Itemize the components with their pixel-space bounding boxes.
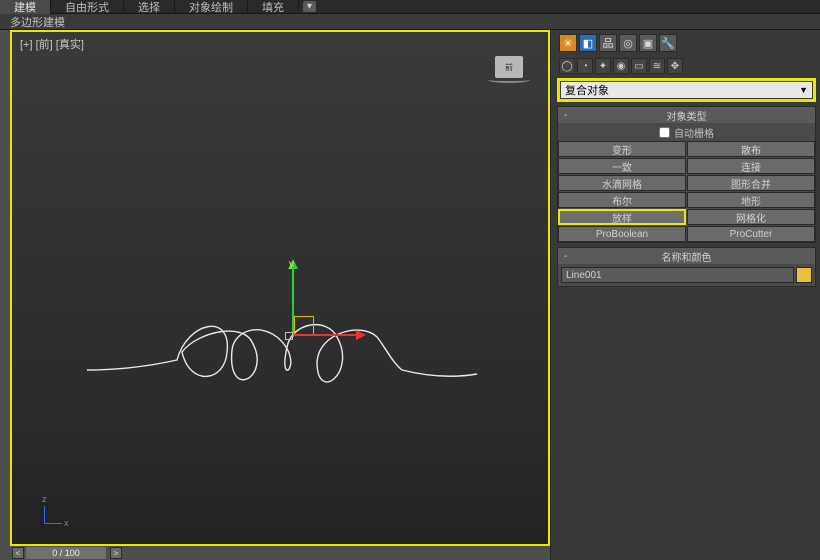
boolean-button[interactable]: 布尔 — [558, 192, 686, 208]
systems-category-icon[interactable]: ✥ — [667, 58, 683, 74]
auto-grid-checkbox[interactable] — [659, 127, 670, 138]
tripod-label-x: x — [64, 518, 69, 528]
proboolean-button[interactable]: ProBoolean — [558, 226, 686, 242]
shapemerge-button[interactable]: 图形合并 — [687, 175, 815, 191]
rollout-object-type-header[interactable]: 对象类型 — [558, 107, 815, 123]
display-tab-icon[interactable]: ▣ — [639, 34, 657, 52]
category-dropdown[interactable]: 复合对象 ▼ — [561, 82, 812, 98]
command-panel: ✳ ◧ 品 ◎ ▣ 🔧 ◯ ◔ ✦ ◉ ▭ ≋ ✥ 复合对象 ▼ 对象类型 — [550, 30, 820, 560]
blobmesh-button[interactable]: 水滴网格 — [558, 175, 686, 191]
subtab-poly-modeling[interactable]: 多边形建模 — [0, 13, 75, 31]
hierarchy-tab-icon[interactable]: 品 — [599, 34, 617, 52]
viewcube-ring[interactable] — [488, 77, 530, 83]
tab-freeform[interactable]: 自由形式 — [51, 0, 124, 14]
ribbon-subtabs: 多边形建模 — [0, 14, 820, 30]
mesher-button[interactable]: 网格化 — [687, 209, 815, 225]
create-tab-icon[interactable]: ✳ — [559, 34, 577, 52]
scatter-button[interactable]: 散布 — [687, 141, 815, 157]
tab-populate[interactable]: 填充 — [248, 0, 299, 14]
geometry-category-icon[interactable]: ◯ — [559, 58, 575, 74]
rollout-name-color-header[interactable]: 名称和颜色 — [558, 248, 815, 264]
spline-love[interactable] — [82, 292, 492, 402]
timeline-frame-display[interactable]: 0 / 100 — [26, 547, 106, 559]
gizmo-xy-plane[interactable] — [294, 316, 314, 336]
rollout-name-color: 名称和颜色 Line001 — [557, 247, 816, 287]
morph-button[interactable]: 变形 — [558, 141, 686, 157]
object-name-input[interactable]: Line001 — [561, 267, 794, 283]
timeline-next-button[interactable]: > — [110, 547, 122, 559]
viewport-front[interactable]: [+] [前] [真实] 前 y z x — [10, 30, 550, 546]
create-category-row: ◯ ◔ ✦ ◉ ▭ ≋ ✥ — [557, 56, 816, 76]
axis-tripod: z x — [38, 500, 68, 530]
terrain-button[interactable]: 地形 — [687, 192, 815, 208]
modify-tab-icon[interactable]: ◧ — [579, 34, 597, 52]
viewcube[interactable]: 前 — [488, 56, 530, 82]
utilities-tab-icon[interactable]: 🔧 — [659, 34, 677, 52]
ribbon-dropdown-icon[interactable]: ▾ — [303, 1, 316, 12]
tab-selection[interactable]: 选择 — [124, 0, 175, 14]
shapes-category-icon[interactable]: ◔ — [577, 58, 593, 74]
connect-button[interactable]: 连接 — [687, 158, 815, 174]
procutter-button[interactable]: ProCutter — [687, 226, 815, 242]
gizmo-center-handle[interactable] — [285, 332, 293, 340]
conform-button[interactable]: 一致 — [558, 158, 686, 174]
timeline-prev-button[interactable]: < — [12, 547, 24, 559]
viewcube-face[interactable]: 前 — [495, 56, 523, 78]
workspace: [+] [前] [真实] 前 y z x < 0 / 100 > — [0, 30, 820, 560]
category-dropdown-value: 复合对象 — [565, 82, 609, 98]
spacewarps-category-icon[interactable]: ≋ — [649, 58, 665, 74]
ribbon-tabs: 建模 自由形式 选择 对象绘制 填充 ▾ — [0, 0, 820, 14]
lights-category-icon[interactable]: ✦ — [595, 58, 611, 74]
gizmo-y-label: y — [289, 259, 294, 270]
tripod-z — [44, 506, 45, 524]
timeline: < 0 / 100 > — [10, 546, 550, 560]
rollout-object-type: 对象类型 自动栅格 变形 散布 一致 连接 水滴网格 图形合并 布尔 地形 放样… — [557, 106, 816, 243]
cameras-category-icon[interactable]: ◉ — [613, 58, 629, 74]
category-dropdown-highlight: 复合对象 ▼ — [557, 78, 816, 102]
tab-modeling[interactable]: 建模 — [0, 0, 51, 14]
viewport-label[interactable]: [+] [前] [真实] — [20, 36, 84, 52]
loft-button[interactable]: 放样 — [558, 209, 686, 225]
helpers-category-icon[interactable]: ▭ — [631, 58, 647, 74]
viewport-container: [+] [前] [真实] 前 y z x < 0 / 100 > — [0, 30, 550, 560]
object-type-buttons: 变形 散布 一致 连接 水滴网格 图形合并 布尔 地形 放样 网格化 ProBo… — [558, 141, 815, 242]
command-panel-tabs: ✳ ◧ 品 ◎ ▣ 🔧 — [557, 32, 816, 54]
auto-grid-row: 自动栅格 — [558, 123, 815, 141]
dropdown-arrow-icon: ▼ — [799, 85, 808, 95]
gizmo-x-axis[interactable] — [294, 334, 358, 336]
object-color-swatch[interactable] — [796, 267, 812, 283]
tripod-x — [44, 523, 62, 524]
tripod-label-z: z — [42, 494, 47, 504]
motion-tab-icon[interactable]: ◎ — [619, 34, 637, 52]
tab-object-paint[interactable]: 对象绘制 — [175, 0, 248, 14]
auto-grid-label: 自动栅格 — [674, 125, 714, 140]
